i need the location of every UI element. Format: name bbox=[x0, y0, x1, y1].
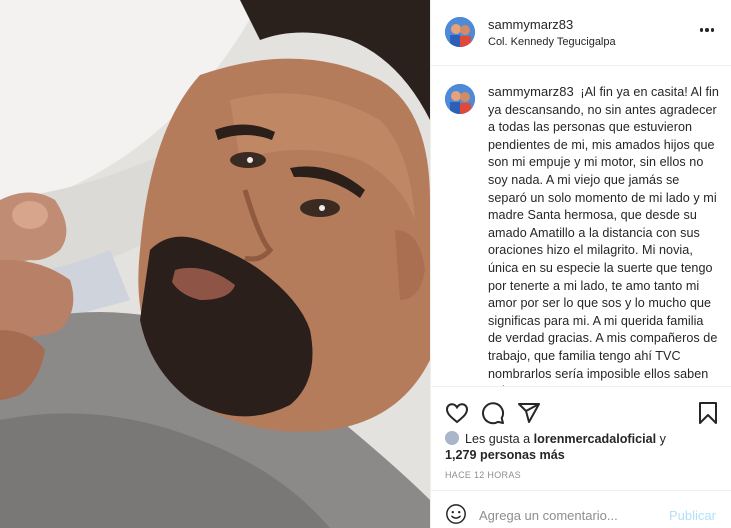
comment-bar: Publicar bbox=[431, 490, 731, 528]
profile-avatar[interactable] bbox=[445, 17, 475, 47]
more-options-icon[interactable] bbox=[696, 22, 718, 38]
selfie-image bbox=[0, 0, 430, 528]
header-username[interactable]: sammymarz83 bbox=[488, 17, 573, 32]
caption-username[interactable]: sammymarz83 bbox=[488, 84, 574, 99]
post-header: sammymarz83 Col. Kennedy Tegucigalpa bbox=[431, 0, 731, 66]
action-bar bbox=[431, 386, 731, 428]
post-photo[interactable] bbox=[0, 0, 430, 528]
post-caption: sammymarz83 ¡Al fin ya en casita! Al fin… bbox=[431, 66, 731, 386]
post-timestamp[interactable]: HACE 12 HORAS bbox=[445, 470, 521, 480]
heart-icon[interactable] bbox=[445, 401, 469, 425]
likes-prefix: Les gusta a bbox=[465, 432, 531, 446]
comment-input[interactable] bbox=[479, 506, 659, 524]
share-icon[interactable] bbox=[517, 401, 541, 425]
caption-avatar[interactable] bbox=[445, 84, 475, 114]
bookmark-icon[interactable] bbox=[696, 401, 720, 425]
publish-button[interactable]: Publicar bbox=[669, 508, 716, 523]
comment-icon[interactable] bbox=[481, 401, 505, 425]
liker-avatar[interactable] bbox=[445, 431, 459, 445]
liker-username[interactable]: lorenmercadaloficial bbox=[534, 432, 657, 446]
likes-count[interactable]: 1,279 personas más bbox=[445, 447, 725, 463]
post-details-panel: sammymarz83 Col. Kennedy Tegucigalpa sam… bbox=[430, 0, 731, 528]
likes-summary: Les gusta a lorenmercadaloficial y 1,279… bbox=[445, 431, 725, 463]
smiley-icon[interactable] bbox=[445, 503, 467, 525]
likes-conjunction: y bbox=[659, 432, 666, 446]
caption-body: ¡Al fin ya en casita! Al fin ya descansa… bbox=[488, 85, 719, 386]
post-location[interactable]: Col. Kennedy Tegucigalpa bbox=[488, 36, 616, 48]
caption-text-block: sammymarz83 ¡Al fin ya en casita! Al fin… bbox=[488, 83, 720, 386]
